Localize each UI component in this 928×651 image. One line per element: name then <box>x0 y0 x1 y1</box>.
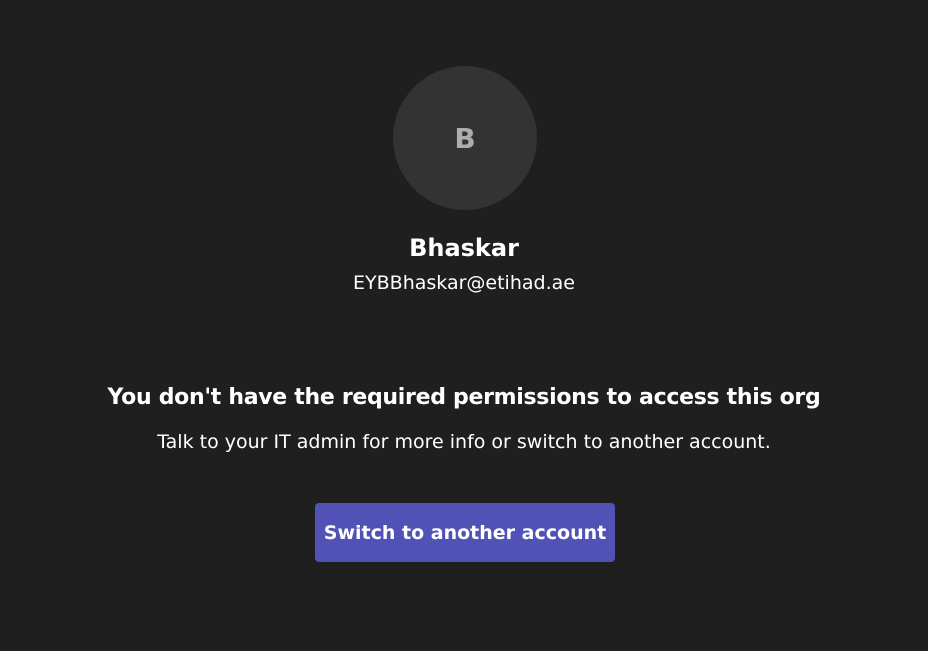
avatar: B <box>393 66 537 210</box>
avatar-initial: B <box>454 121 476 155</box>
account-name: Bhaskar <box>409 234 519 262</box>
permission-error-description: Talk to your IT admin for more info or s… <box>157 431 771 453</box>
permission-error-title: You don't have the required permissions … <box>107 385 821 410</box>
switch-account-button[interactable]: Switch to another account <box>315 503 615 562</box>
account-email: EYBBhaskar@etihad.ae <box>353 272 575 294</box>
permission-error-page: B Bhaskar EYBBhaskar@etihad.ae You don't… <box>0 0 928 651</box>
